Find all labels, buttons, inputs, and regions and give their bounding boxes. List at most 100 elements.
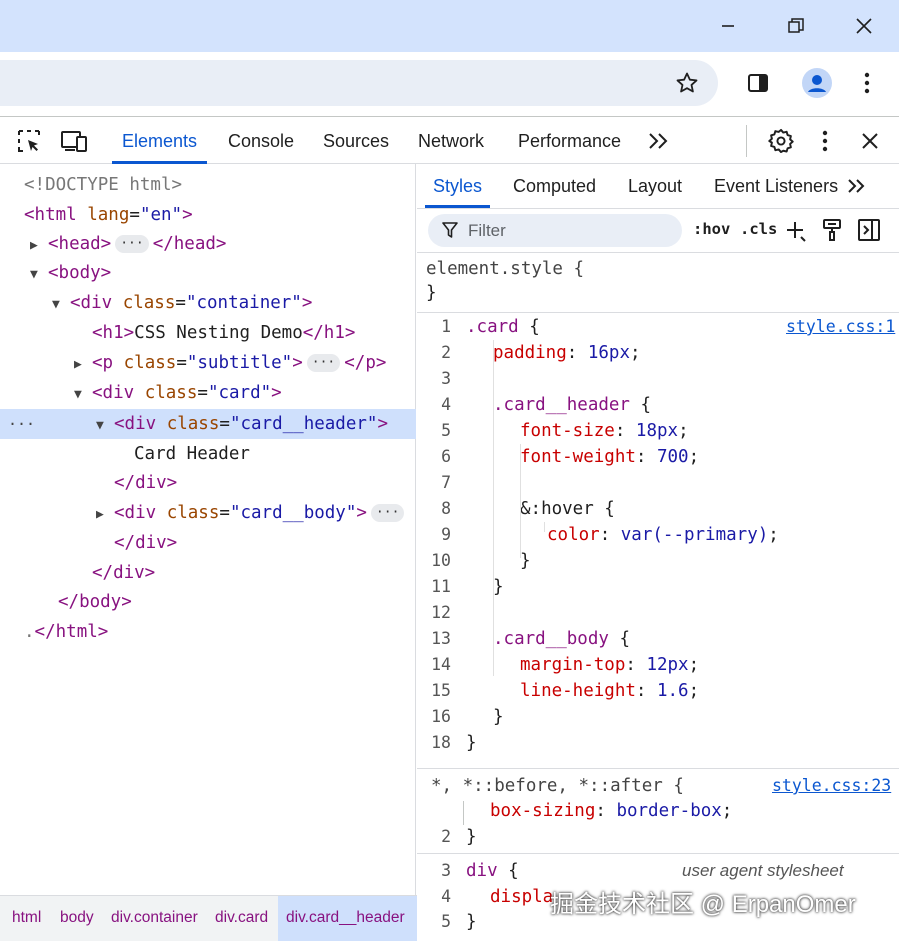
tab-computed[interactable]: Computed <box>513 164 596 208</box>
attr-value: "card__header" <box>229 414 378 434</box>
punctuation: { <box>608 629 630 649</box>
css-code-line[interactable]: } <box>493 574 504 600</box>
selector-text: .card <box>466 317 519 337</box>
expand-triangle-icon[interactable]: ▶ <box>96 500 114 530</box>
property-name: font-weight <box>520 447 636 467</box>
close-devtools-icon[interactable] <box>855 126 885 156</box>
punctuation: : <box>599 525 621 545</box>
toggle-sidebar-icon[interactable] <box>856 216 882 244</box>
tag-text: </div> <box>114 473 178 493</box>
punctuation: } <box>493 577 504 597</box>
selector-text: .card__header <box>493 395 630 415</box>
selector-text: .card__body <box>493 629 609 649</box>
source-link-style-css-23[interactable]: style.css:23 <box>772 773 891 799</box>
side-panel-icon[interactable] <box>741 66 775 100</box>
css-code-line[interactable]: .card__body { <box>493 626 630 652</box>
div-selector-line[interactable]: div { <box>466 858 519 884</box>
tab-console[interactable]: Console <box>228 117 294 164</box>
close-window-icon[interactable] <box>846 10 882 42</box>
punctuation: { <box>629 395 652 415</box>
css-code-line[interactable]: } <box>493 704 504 730</box>
bookmark-star-icon[interactable] <box>670 66 704 100</box>
breadcrumb-item-container[interactable]: div.container <box>111 896 198 941</box>
css-code-line[interactable]: } <box>466 730 477 756</box>
universal-selector[interactable]: *, *::before, *::after { <box>431 773 684 799</box>
format-painter-icon[interactable] <box>820 216 844 244</box>
tag-text: <div <box>114 503 157 523</box>
more-tabs-chevron-icon[interactable] <box>644 127 672 155</box>
line-number: 3 <box>441 861 451 880</box>
settings-gear-icon[interactable] <box>766 126 796 156</box>
dom-close-container[interactable]: </body> <box>58 587 474 617</box>
property-name: margin-top <box>520 655 626 675</box>
tab-elements[interactable]: Elements <box>112 117 208 164</box>
minimize-icon[interactable] <box>710 10 746 42</box>
tag-text: </html> <box>34 622 109 642</box>
css-code-line[interactable]: padding: 16px; <box>493 340 641 366</box>
property-value: 18px <box>635 421 679 441</box>
line-number: 15 <box>431 681 451 700</box>
line-number: 2 <box>441 827 451 846</box>
css-code-line[interactable]: .card { <box>466 314 540 340</box>
tag-text: </body> <box>58 592 132 612</box>
css-code-line[interactable]: } <box>520 548 531 574</box>
punctuation: } <box>493 707 504 727</box>
hov-toggle[interactable]: :hov <box>693 220 730 238</box>
punctuation: { <box>518 317 540 337</box>
tab-performance[interactable]: Performance <box>518 117 621 164</box>
css-code-line[interactable]: font-size: 18px; <box>520 418 689 444</box>
css-code-line[interactable]: color: var(--primary); <box>547 522 779 548</box>
attr-value: "card__body" <box>229 503 357 523</box>
inspect-element-icon[interactable] <box>14 127 44 155</box>
punctuation: : <box>635 447 657 467</box>
css-code-line[interactable]: margin-top: 12px; <box>520 652 699 678</box>
tab-layout[interactable]: Layout <box>628 164 682 208</box>
devtools-tabbar: Elements Console Sources Network Perform… <box>0 116 899 164</box>
more-style-tabs-chevron-icon[interactable] <box>845 176 867 196</box>
tab-sources[interactable]: Sources <box>323 117 389 164</box>
styles-tabbar: Styles Computed Layout Event Listeners <box>417 164 899 209</box>
tab-network[interactable]: Network <box>418 117 484 164</box>
device-toolbar-icon[interactable] <box>58 127 90 155</box>
profile-avatar-icon[interactable] <box>800 66 834 100</box>
browser-menu-icon[interactable] <box>850 66 884 100</box>
watermark: 掘金技术社区 @ ErpanOmer <box>550 891 856 918</box>
breadcrumb-item-card[interactable]: div.card <box>215 896 268 941</box>
element-style-selector[interactable]: element.style { <box>426 256 584 282</box>
box-sizing-declaration[interactable]: box-sizing: border-box; <box>490 798 732 824</box>
collapse-triangle-icon[interactable]: ▼ <box>96 411 114 441</box>
punctuation: : <box>625 655 647 675</box>
display-declaration[interactable]: displa <box>490 884 553 910</box>
property-value: 12px <box>646 655 689 675</box>
cls-toggle[interactable]: .cls <box>740 220 777 238</box>
devtools-menu-icon[interactable] <box>810 126 840 156</box>
source-link-style-css-1[interactable]: style.css:1 <box>786 314 895 340</box>
styles-filter-input[interactable]: Filter <box>428 214 682 247</box>
tag-text: </div> <box>92 563 156 583</box>
breadcrumb-item-html[interactable]: html <box>12 896 41 941</box>
line-number: 7 <box>441 473 451 492</box>
collapsed-ellipsis-icon[interactable]: ··· <box>370 504 405 522</box>
punctuation: ; <box>688 655 700 675</box>
property-name: line-height <box>520 681 636 701</box>
line-number: 13 <box>431 629 451 648</box>
css-code-line[interactable]: line-height: 1.6; <box>520 678 699 704</box>
tab-styles[interactable]: Styles <box>425 164 491 208</box>
rule-close-brace: } <box>466 827 477 847</box>
css-code-line[interactable]: &:hover { <box>520 496 615 522</box>
line-number: 16 <box>431 707 451 726</box>
line-number: 2 <box>441 343 451 362</box>
property-value: var(--primary) <box>620 525 769 545</box>
breadcrumb-item-body[interactable]: body <box>60 896 94 941</box>
address-bar[interactable] <box>0 60 718 106</box>
tab-event-listeners[interactable]: Event Listeners <box>714 164 838 208</box>
css-code-line[interactable]: .card__header { <box>493 392 651 418</box>
css-code-line[interactable]: font-weight: 700; <box>520 444 699 470</box>
breadcrumb-item-card-header[interactable]: div.card__header <box>278 896 417 941</box>
text-node: Card Header <box>134 444 250 464</box>
line-number: 3 <box>441 369 451 388</box>
restore-icon[interactable] <box>778 10 814 42</box>
new-style-rule-icon[interactable] <box>784 218 810 244</box>
dom-close-html[interactable]: .</html> <box>24 617 440 647</box>
element-style-close: } <box>426 283 437 303</box>
